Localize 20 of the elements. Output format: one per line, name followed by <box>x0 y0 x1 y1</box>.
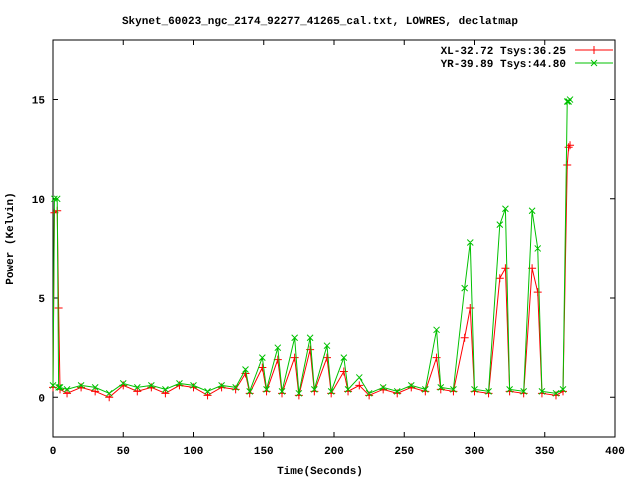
tick-label: 10 <box>32 194 45 207</box>
tick-label: 350 <box>534 446 555 458</box>
axis-label: Time(Seconds) <box>277 466 363 478</box>
tick-label: 150 <box>254 446 274 458</box>
tick-label: 50 <box>116 446 130 458</box>
tick-label: 0 <box>38 393 45 406</box>
legend-label: XL-32.72 Tsys:36.25 <box>440 46 566 58</box>
tick-label: 300 <box>464 446 484 458</box>
tick-label: 250 <box>394 446 414 458</box>
tick-label: 0 <box>50 446 56 458</box>
axis-label: Power (Kelvin) <box>5 192 17 285</box>
tick-label: 15 <box>32 96 45 108</box>
chart-title: Skynet_60023_ngc_2174_92277_41265_cal.txt, LOWRES, declatmap <box>122 16 518 28</box>
legend-line <box>574 46 614 54</box>
tick-label: 100 <box>184 446 204 458</box>
legend-label: YR-39.89 Tsys:44.80 <box>440 59 566 71</box>
tick-label: 5 <box>38 294 45 306</box>
legend-line <box>574 60 614 66</box>
tick-label: 400 <box>605 446 625 458</box>
tick-label: 200 <box>324 446 344 458</box>
